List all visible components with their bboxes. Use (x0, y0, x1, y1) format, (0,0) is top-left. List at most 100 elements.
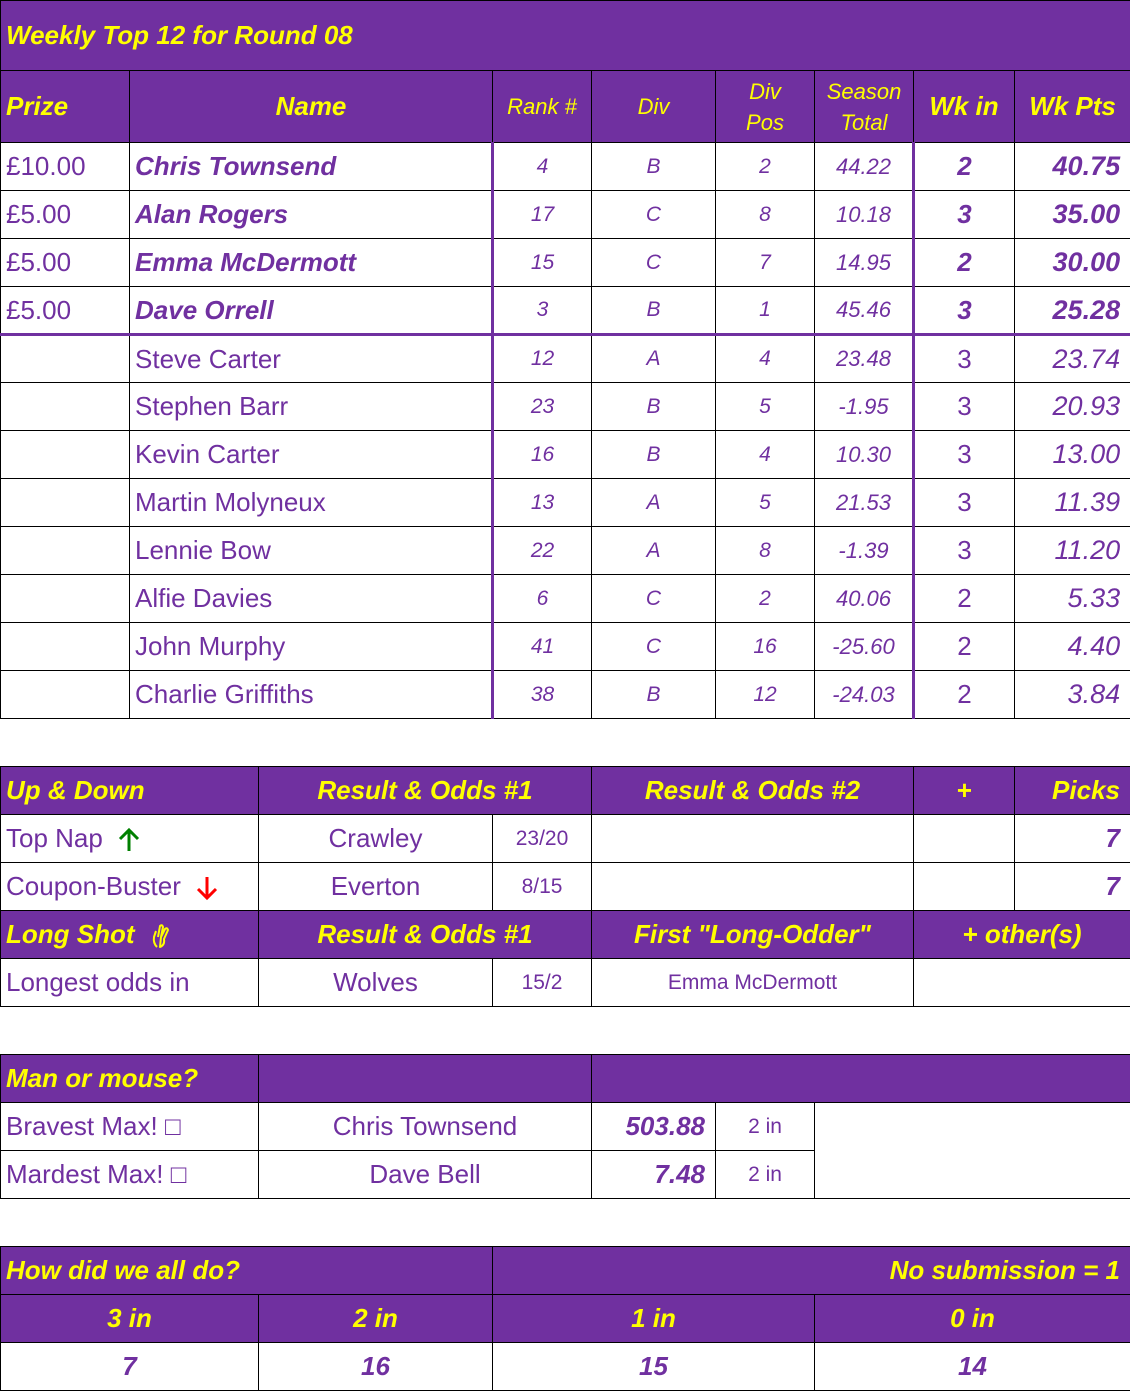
prize-cell: £5.00 (0, 190, 130, 239)
table-row: Steve Carter 12 A 4 23.48 3 23.74 (0, 334, 1130, 383)
table-row: John Murphy 41 C 16 -25.60 2 4.40 (0, 622, 1130, 671)
season-total-cell: 10.30 (814, 430, 915, 479)
no-submission-note: No submission = 1 (491, 1246, 1130, 1295)
down-arrow-icon (197, 877, 218, 901)
rank-cell: 12 (492, 334, 592, 383)
wk-in-cell: 2 (913, 622, 1015, 671)
divpos-cell: 12 (715, 670, 815, 719)
top-nap-result2 (591, 814, 914, 863)
col-3-in: 3 in (0, 1294, 259, 1343)
rank-cell: 16 (492, 430, 592, 479)
name-cell: Emma McDermott (129, 238, 494, 287)
wk-in-cell: 3 (913, 382, 1015, 431)
mardest-name: Dave Bell (258, 1150, 592, 1199)
first-long-odder: Emma McDermott (591, 958, 914, 1007)
prize-header: Prize (0, 70, 130, 143)
result1-header: Result & Odds #1 (258, 766, 592, 815)
divpos-cell: 1 (715, 286, 815, 336)
name-cell: Dave Orrell (129, 286, 494, 336)
mardest-label: Mardest Max! (6, 1159, 164, 1189)
div-cell: C (591, 622, 716, 671)
bravest-value: 503.88 (591, 1102, 716, 1151)
wk-in-cell: 2 (913, 142, 1015, 191)
wk-in-cell: 3 (913, 526, 1015, 575)
picks-header: Picks (1014, 766, 1130, 815)
season-total-cell: 40.06 (814, 574, 915, 623)
longest-odds-label: Longest odds in (0, 958, 259, 1007)
coupon-buster-odds: 8/15 (492, 862, 592, 911)
rank-cell: 38 (492, 670, 592, 719)
prize-cell (0, 430, 130, 479)
season-total-cell: 44.22 (814, 142, 915, 191)
wk-in-cell: 3 (913, 334, 1015, 383)
wk-in-cell: 2 (913, 574, 1015, 623)
how-did-title: How did we all do? (0, 1246, 493, 1295)
wk-in-cell: 3 (913, 478, 1015, 527)
divpos-cell: 5 (715, 382, 815, 431)
rank-cell: 13 (492, 478, 592, 527)
val-0-in: 14 (813, 1342, 1130, 1391)
rank-header: Rank # (492, 70, 592, 143)
val-3-in: 7 (0, 1342, 259, 1391)
val-2-in: 16 (258, 1342, 493, 1391)
prize-cell (0, 622, 130, 671)
div-cell: B (591, 142, 716, 191)
col-1-in: 1 in (492, 1294, 815, 1343)
man-or-mouse-header: Man or mouse? (0, 1054, 259, 1103)
season-total-cell: -1.95 (814, 382, 915, 431)
divpos-cell: 8 (715, 526, 815, 575)
div-cell: C (591, 238, 716, 287)
name-cell: Alfie Davies (129, 574, 494, 623)
table-row: £10.00 Chris Townsend 4 B 2 44.22 2 40.75 (0, 142, 1130, 191)
col-0-in: 0 in (813, 1294, 1130, 1343)
divpos-header: Div Pos (715, 70, 815, 143)
wk-pts-cell: 40.75 (1013, 142, 1130, 191)
wk-in-cell: 3 (913, 430, 1015, 479)
rank-cell: 23 (492, 382, 592, 431)
box-icon: □ (170, 1159, 187, 1189)
divpos-header-line2: Pos (746, 109, 784, 135)
div-cell: A (591, 478, 716, 527)
season-total-cell: -25.60 (814, 622, 915, 671)
crossed-fingers-icon (152, 924, 169, 949)
name-header: Name (129, 70, 493, 143)
others-header: + other(s) (913, 910, 1130, 959)
wkpts-header: Wk Pts (1013, 70, 1130, 143)
name-cell: Chris Townsend (129, 142, 494, 191)
divpos-cell: 4 (715, 430, 815, 479)
wk-pts-cell: 30.00 (1013, 238, 1130, 287)
top-nap-picks: 7 (1014, 814, 1130, 863)
top-nap-label-cell: Top Nap (0, 814, 259, 863)
prize-cell: £5.00 (0, 238, 130, 287)
mardest-value: 7.48 (591, 1150, 716, 1199)
man-or-mouse-header-blank-2 (590, 1054, 1130, 1103)
season-total-cell: 14.95 (814, 238, 915, 287)
coupon-buster-team: Everton (258, 862, 493, 911)
top-nap-odds: 23/20 (492, 814, 592, 863)
prize-cell: £10.00 (0, 142, 130, 191)
name-cell: Kevin Carter (129, 430, 494, 479)
how-did-we-do-table: How did we all do? No submission = 1 3 i… (0, 1246, 1130, 1391)
wk-pts-cell: 23.74 (1013, 334, 1130, 383)
wk-pts-cell: 13.00 (1013, 430, 1130, 479)
top-nap-plus (913, 814, 1015, 863)
prize-cell (0, 526, 130, 575)
table-row: Martin Molyneux 13 A 5 21.53 3 11.39 (0, 478, 1130, 527)
season-total-cell: 10.18 (814, 190, 915, 239)
longest-odds: 15/2 (492, 958, 592, 1007)
wk-pts-cell: 20.93 (1013, 382, 1130, 431)
wkin-header: Wk in (913, 70, 1015, 143)
prize-cell (0, 334, 130, 383)
bravest-label-cell: Bravest Max! □ (0, 1102, 259, 1151)
others-value (913, 958, 1130, 1007)
name-cell: Charlie Griffiths (129, 670, 494, 719)
divpos-cell: 5 (715, 478, 815, 527)
season-header-line2: Total (840, 109, 888, 135)
div-cell: C (591, 574, 716, 623)
div-cell: B (591, 430, 716, 479)
prize-cell: £5.00 (0, 286, 130, 336)
wk-in-cell: 3 (913, 286, 1015, 336)
name-cell: Martin Molyneux (129, 478, 494, 527)
divpos-cell: 4 (715, 334, 815, 383)
wk-pts-cell: 25.28 (1013, 286, 1130, 336)
